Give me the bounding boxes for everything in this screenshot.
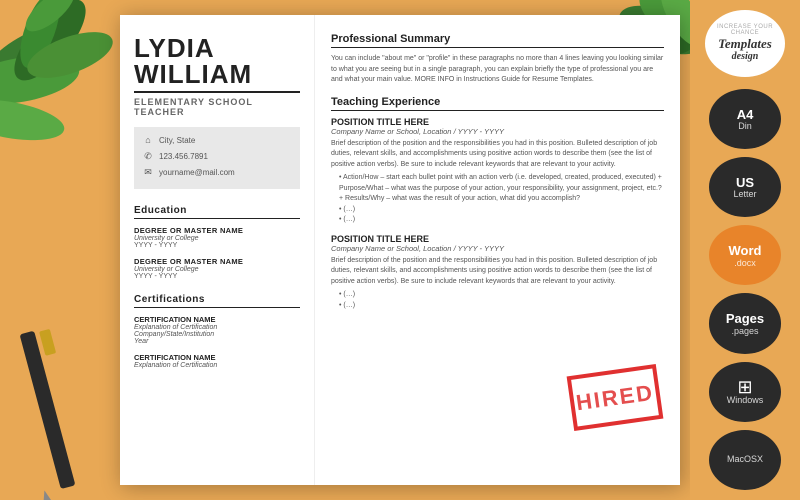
summary-text: You can include "about me" or "profile" … xyxy=(331,54,664,86)
cert-company-1: Company/State/Institution xyxy=(134,331,300,338)
edu-school-1: University or College xyxy=(134,235,300,242)
edu-year-1: YYYY - YYYY xyxy=(134,242,300,249)
experience-entry-1: POSITION TITLE HERE Company Name or Scho… xyxy=(331,117,664,226)
format-word[interactable]: Word .docx xyxy=(709,225,781,285)
left-column: LYDIA WILLIAM Elementary School Teacher … xyxy=(120,15,315,485)
format-windows[interactable]: ⊞ Windows xyxy=(709,362,781,422)
bullet-1-2: (…) xyxy=(339,215,664,226)
hired-stamp: HIRED xyxy=(567,364,664,431)
edu-entry-2: DEGREE OR MASTER NAME University or Coll… xyxy=(134,257,300,280)
resume-paper: LYDIA WILLIAM Elementary School Teacher … xyxy=(120,15,680,485)
outer-wrapper: LYDIA WILLIAM Elementary School Teacher … xyxy=(0,0,800,500)
education-header: Education xyxy=(134,205,300,219)
position-title-1: POSITION TITLE HERE xyxy=(331,117,664,127)
right-column: Professional Summary You can include "ab… xyxy=(315,15,680,485)
job-title: Elementary School Teacher xyxy=(134,91,300,117)
cert-explanation-2: Explanation of Certification xyxy=(134,362,300,369)
cert-year-1: Year xyxy=(134,338,300,345)
contact-block: ⌂ City, State ✆ 123.456.7891 ✉ yourname@… xyxy=(134,127,300,189)
bullet-1-1: (…) xyxy=(339,205,664,216)
summary-header: Professional Summary xyxy=(331,33,664,48)
bullet-2-1: (…) xyxy=(339,301,664,312)
certifications-header: Certifications xyxy=(134,294,300,308)
experience-entry-2: POSITION TITLE HERE Company Name or Scho… xyxy=(331,234,664,312)
format-a4[interactable]: A4 Din xyxy=(709,89,781,149)
name-block: LYDIA WILLIAM Elementary School Teacher xyxy=(134,35,300,117)
company-line-1: Company Name or School, Location / YYYY … xyxy=(331,127,664,136)
windows-icon: ⊞ xyxy=(737,378,752,396)
format-us-letter[interactable]: US Letter xyxy=(709,157,781,217)
email-icon: ✉ xyxy=(142,166,154,178)
bullet-2-0: (…) xyxy=(339,290,664,301)
cert-explanation-1: Explanation of Certification xyxy=(134,324,300,331)
cert-name-2: CERTIFICATION NAME xyxy=(134,353,300,362)
format-macosx[interactable]: MacOSX xyxy=(709,430,781,490)
plant-left-decoration xyxy=(0,0,130,500)
format-pages[interactable]: Pages .pages xyxy=(709,293,781,353)
edu-entry-1: DEGREE OR MASTER NAME University or Coll… xyxy=(134,226,300,249)
edu-year-2: YYYY - YYYY xyxy=(134,273,300,280)
right-sidebar: INCREASE YOUR CHANCE Templates design A4… xyxy=(690,0,800,500)
cert-name-1: CERTIFICATION NAME xyxy=(134,315,300,324)
position-title-2: POSITION TITLE HERE xyxy=(331,234,664,244)
location-icon: ⌂ xyxy=(142,134,154,146)
exp-desc-2: Brief description of the position and th… xyxy=(331,256,664,288)
contact-phone: ✆ 123.456.7891 xyxy=(142,150,292,162)
experience-header: Teaching Experience xyxy=(331,96,664,111)
templates-logo: INCREASE YOUR CHANCE Templates design xyxy=(705,10,785,77)
last-name: WILLIAM xyxy=(134,61,300,87)
edu-degree-1: DEGREE OR MASTER NAME xyxy=(134,226,300,235)
phone-icon: ✆ xyxy=(142,150,154,162)
hired-text: HIRED xyxy=(574,379,655,416)
contact-location: ⌂ City, State xyxy=(142,134,292,146)
first-name: LYDIA xyxy=(134,35,300,61)
bullet-1-0: Action/How – start each bullet point wit… xyxy=(339,173,664,205)
cert-entry-2: CERTIFICATION NAME Explanation of Certif… xyxy=(134,353,300,369)
cert-entry-1: CERTIFICATION NAME Explanation of Certif… xyxy=(134,315,300,345)
company-line-2: Company Name or School, Location / YYYY … xyxy=(331,244,664,253)
edu-degree-2: DEGREE OR MASTER NAME xyxy=(134,257,300,266)
exp-desc-1: Brief description of the position and th… xyxy=(331,139,664,171)
edu-school-2: University or College xyxy=(134,266,300,273)
contact-email: ✉ yourname@mail.com xyxy=(142,166,292,178)
